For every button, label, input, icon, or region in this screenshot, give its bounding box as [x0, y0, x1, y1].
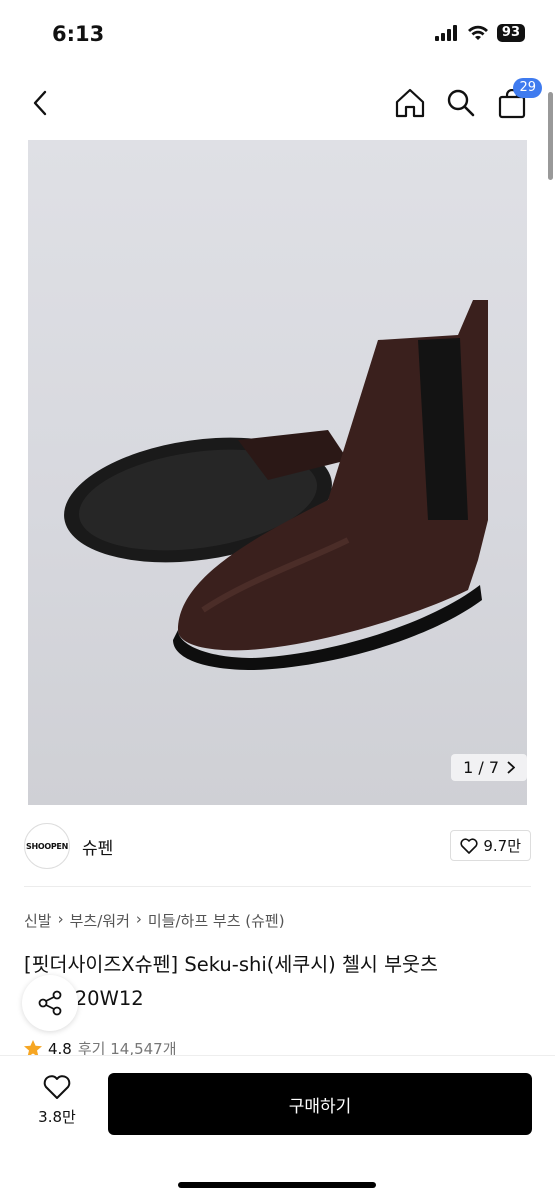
breadcrumb: 신발 › 부츠/워커 › 미들/하프 부츠 (슈펜)	[24, 910, 285, 931]
cart-count-badge: 29	[513, 78, 542, 98]
wifi-icon	[467, 25, 488, 40]
seller-name[interactable]: 슈펜	[82, 834, 113, 859]
product-image	[64, 300, 488, 670]
seller-logo[interactable]: SHOOPEN	[24, 823, 70, 869]
buy-button[interactable]: 구매하기	[108, 1073, 532, 1135]
chevron-left-icon	[33, 90, 47, 116]
chevron-right-icon: ›	[135, 910, 142, 928]
share-button[interactable]	[22, 975, 78, 1031]
heart-icon	[43, 1075, 71, 1099]
cart-button[interactable]: 29	[495, 78, 542, 121]
store-like-count: 9.7만	[483, 837, 521, 855]
heart-icon	[460, 837, 478, 854]
home-icon	[395, 88, 425, 118]
chevron-right-icon: ›	[57, 910, 64, 928]
share-icon	[38, 990, 62, 1016]
status-icons: 93	[434, 24, 525, 42]
product-title: [핏더사이즈X슈펜] Seku-shi(세쿠시) 첼시 부웃츠 HWM20W12	[24, 953, 438, 1010]
back-button[interactable]	[24, 83, 56, 123]
signal-icon	[434, 25, 457, 41]
status-bar: 6:13 93	[0, 0, 555, 70]
search-icon	[447, 89, 475, 117]
top-navigation: 29	[0, 75, 555, 135]
status-time: 6:13	[52, 22, 105, 46]
divider	[24, 886, 531, 887]
image-counter[interactable]: 1 / 7	[451, 754, 527, 781]
image-counter-text: 1 / 7	[463, 758, 499, 777]
seller-row: SHOOPEN 슈펜 9.7만	[24, 820, 531, 872]
home-indicator	[178, 1182, 376, 1188]
product-image-gallery[interactable]: 1 / 7	[28, 140, 527, 805]
wishlist-button[interactable]: 3.8만	[22, 1074, 92, 1127]
search-button[interactable]	[443, 85, 479, 121]
home-button[interactable]	[392, 85, 428, 121]
battery-indicator: 93	[496, 24, 525, 42]
breadcrumb-item[interactable]: 미들/하프 부츠 (슈펜)	[148, 910, 285, 931]
breadcrumb-item[interactable]: 신발	[24, 910, 52, 931]
chevron-right-icon	[507, 761, 515, 774]
store-like-button[interactable]: 9.7만	[450, 830, 531, 861]
bottom-action-bar: 3.8만 구매하기	[0, 1055, 555, 1201]
breadcrumb-item[interactable]: 부츠/워커	[70, 910, 130, 931]
scrollbar[interactable]	[548, 92, 553, 180]
wishlist-count: 3.8만	[38, 1108, 76, 1126]
